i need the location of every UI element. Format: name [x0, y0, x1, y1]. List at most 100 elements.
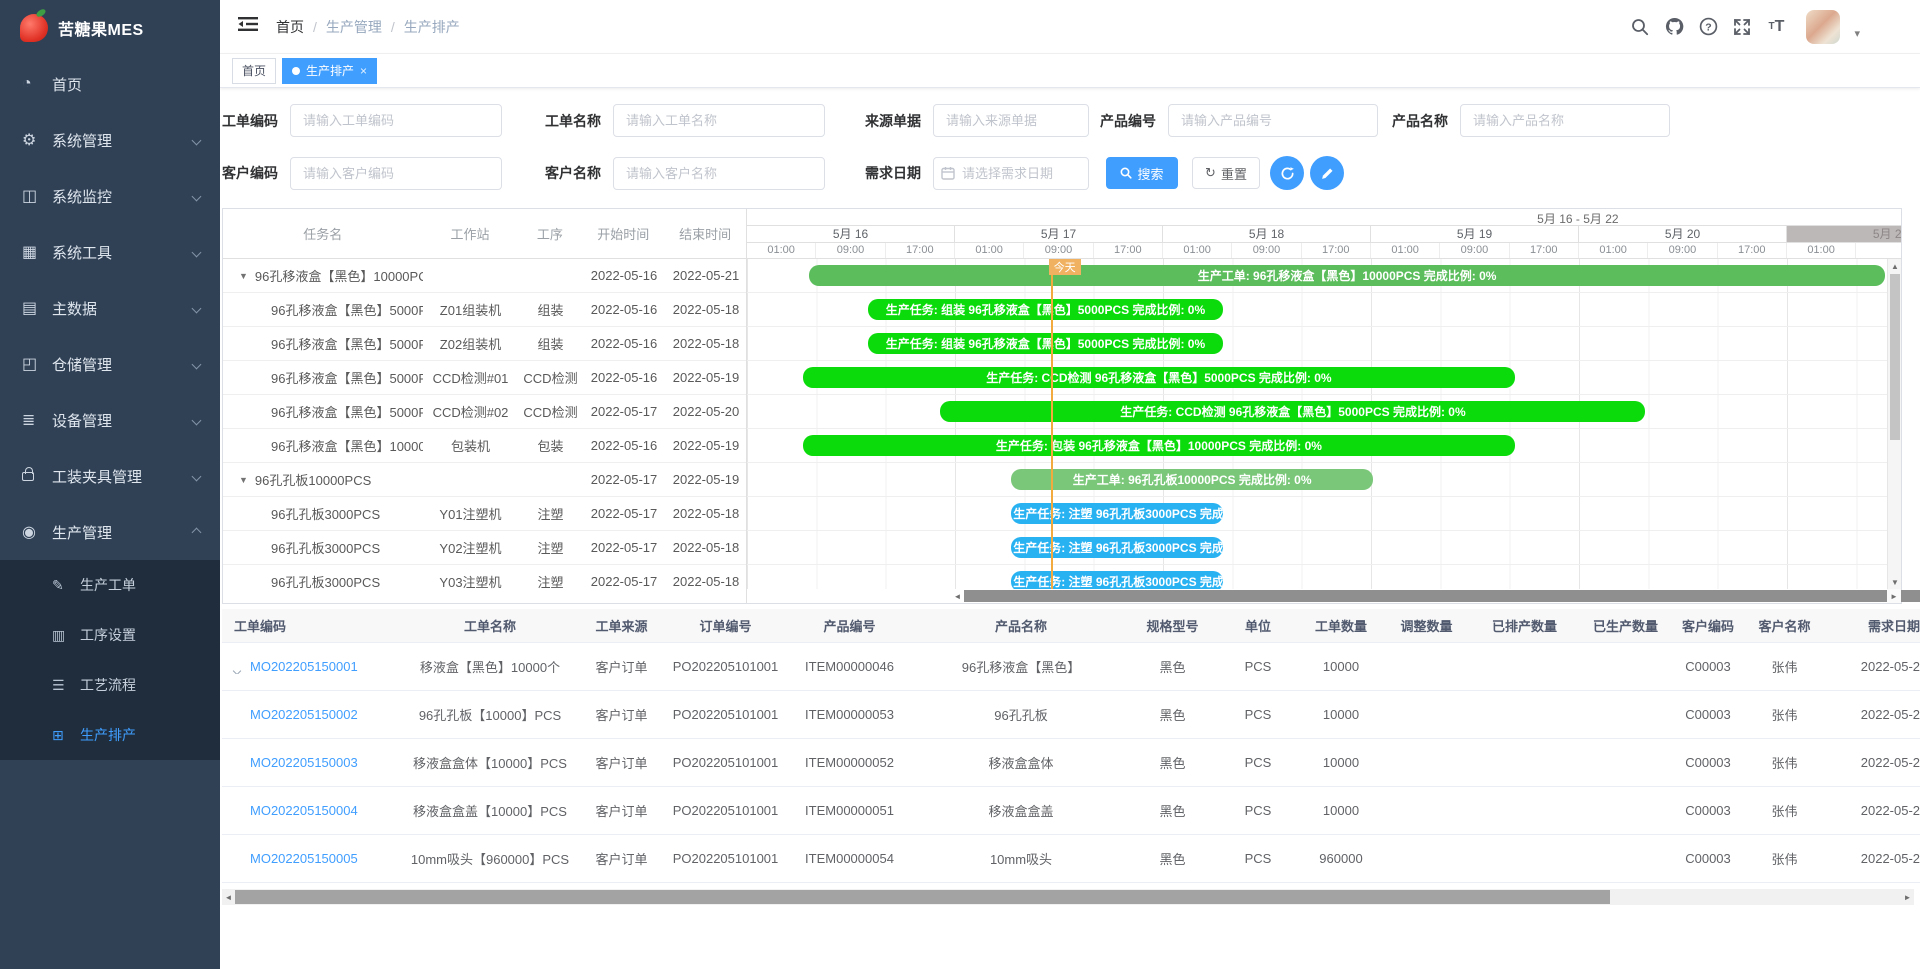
close-icon[interactable]: × [360, 64, 367, 78]
filter-input-需求日期[interactable] [933, 157, 1089, 190]
gantt-bar[interactable]: 生产任务: 注塑 96孔孔板3000PCS 完成比例: 0% [1011, 571, 1223, 589]
scroll-left-icon[interactable]: ◄ [222, 893, 235, 902]
sidebar-item-master-data[interactable]: ▤主数据 [0, 280, 220, 336]
github-icon[interactable] [1664, 17, 1684, 37]
avatar-caret-icon[interactable]: ▾ [1854, 27, 1860, 40]
fullscreen-icon[interactable] [1732, 17, 1752, 37]
sidebar-item-home[interactable]: ◔首页 [0, 56, 220, 112]
tab-生产排产[interactable]: 生产排产× [282, 58, 377, 84]
order-row[interactable]: MO20220515000296孔孔板【10000】PCS客户订单PO20220… [222, 691, 1920, 739]
filter-input-产品编号[interactable] [1168, 104, 1378, 137]
refresh-circle-button[interactable] [1270, 156, 1304, 190]
order-code-link[interactable]: MO202205150005 [250, 851, 358, 866]
tab-首页[interactable]: 首页 [232, 58, 276, 84]
sidebar-item-equipment[interactable]: ≣设备管理 [0, 392, 220, 448]
gantt-task-row[interactable]: ▼96孔移液盒【黑色】10000PCS2022-05-162022-05-21 [223, 259, 746, 293]
order-cell-order_no: PO202205101001 [667, 803, 784, 818]
breadcrumb-item[interactable]: 生产排产 [404, 17, 460, 37]
edit-circle-button[interactable] [1310, 156, 1344, 190]
order-row[interactable]: MO202205150004移液盒盒盖【10000】PCS客户订单PO20220… [222, 787, 1920, 835]
sidebar-item-production[interactable]: ◉生产管理 [0, 504, 220, 560]
order-cell-qty: 10000 [1298, 803, 1384, 818]
expand-triangle-icon[interactable]: ▼ [239, 271, 248, 281]
breadcrumb-item[interactable]: 首页 [276, 17, 304, 37]
scroll-down-icon[interactable]: ▼ [1888, 575, 1902, 589]
order-row[interactable]: MO202205150001移液盒【黑色】10000个客户订单PO2022051… [222, 643, 1920, 691]
search-button[interactable]: 搜索 [1106, 157, 1178, 189]
filter-input-客户名称[interactable] [613, 157, 825, 190]
expand-chevron-icon[interactable] [234, 662, 243, 671]
sidebar-item-warehouse[interactable]: ◰仓储管理 [0, 336, 220, 392]
filter-input-产品名称[interactable] [1460, 104, 1670, 137]
gantt-bar[interactable]: 生产任务: 注塑 96孔孔板3000PCS 完成比例: 0% [1011, 537, 1223, 558]
gantt-bar[interactable]: 生产工单: 96孔移液盒【黑色】10000PCS 完成比例: 0% [809, 265, 1884, 286]
order-cell-item_no: ITEM00000053 [784, 707, 915, 722]
gantt-task-row[interactable]: 96孔移液盒【黑色】5000PCSCCD检测#01CCD检测2022-05-16… [223, 361, 746, 395]
expand-triangle-icon[interactable]: ▼ [239, 475, 248, 485]
gantt-task-row[interactable]: 96孔移液盒【黑色】5000PCSZ01组装机组装2022-05-162022-… [223, 293, 746, 327]
process-cell: 注塑 [518, 504, 583, 523]
gantt-hscroll-thumb[interactable] [964, 590, 1920, 602]
gantt-bar[interactable]: 生产任务: 注塑 96孔孔板3000PCS 完成比例: 0% [1011, 503, 1223, 524]
gantt-task-row[interactable]: ▼96孔孔板10000PCS2022-05-172022-05-19 [223, 463, 746, 497]
scroll-left-icon[interactable]: ◄ [951, 592, 964, 601]
expand-chevron-icon[interactable] [234, 854, 243, 863]
sidebar-item-system-monitor[interactable]: ◫系统监控 [0, 168, 220, 224]
filter-input-来源单据[interactable] [933, 104, 1089, 137]
order-code-link[interactable]: MO202205150004 [250, 803, 358, 818]
gantt-task-row[interactable]: 96孔移液盒【黑色】5000PCSCCD检测#02CCD检测2022-05-17… [223, 395, 746, 429]
sidebar-item-process-setting[interactable]: ▥工序设置 [0, 610, 220, 660]
fontsize-icon[interactable]: TT [1766, 17, 1786, 37]
order-cell-unit: PCS [1218, 851, 1298, 866]
orders-hscroll-track[interactable] [1610, 890, 1901, 904]
expand-chevron-icon[interactable] [234, 758, 243, 767]
sidebar-item-system-admin[interactable]: ⚙系统管理 [0, 112, 220, 168]
gantt-bar[interactable]: 生产任务: 组装 96孔移液盒【黑色】5000PCS 完成比例: 0% [868, 333, 1224, 354]
scroll-right-icon[interactable]: ► [1887, 589, 1901, 603]
order-cell-customer_code: C00003 [1671, 803, 1745, 818]
order-row[interactable]: MO20220515000510mm吸头【960000】PCS客户订单PO202… [222, 835, 1920, 883]
gantt-task-row[interactable]: 96孔孔板3000PCSY03注塑机注塑2022-05-172022-05-18 [223, 565, 746, 589]
filter-input-客户编码[interactable] [290, 157, 502, 190]
gantt-bar[interactable]: 生产任务: CCD检测 96孔移液盒【黑色】5000PCS 完成比例: 0% [803, 367, 1514, 388]
gantt-task-row[interactable]: 96孔移液盒【黑色】5000PCSZ02组装机组装2022-05-162022-… [223, 327, 746, 361]
search-icon[interactable] [1630, 17, 1650, 37]
gantt-bar[interactable]: 生产工单: 96孔孔板10000PCS 完成比例: 0% [1011, 469, 1373, 490]
help-icon[interactable]: ? [1698, 17, 1718, 37]
orders-horizontal-scrollbar[interactable]: ◄ ► [222, 889, 1914, 905]
sidebar-item-fixtures[interactable]: 工装夹具管理 [0, 448, 220, 504]
breadcrumb-item[interactable]: 生产管理 [326, 17, 382, 37]
scroll-up-icon[interactable]: ▲ [1888, 259, 1902, 273]
gantt-vscroll-thumb[interactable] [1890, 274, 1900, 440]
order-code-link[interactable]: MO202205150003 [250, 755, 358, 770]
gantt-bar[interactable]: 生产任务: CCD检测 96孔移液盒【黑色】5000PCS 完成比例: 0% [940, 401, 1645, 422]
pencil-icon [1321, 167, 1334, 180]
gantt-horizontal-scrollbar[interactable]: ◄ [747, 589, 1887, 603]
sidebar-item-system-tools[interactable]: ▦系统工具 [0, 224, 220, 280]
gantt-bar[interactable]: 生产任务: 包装 96孔移液盒【黑色】10000PCS 完成比例: 0% [803, 435, 1514, 456]
flow-icon: ☰ [52, 677, 80, 694]
filter-input-工单名称[interactable] [613, 104, 825, 137]
gantt-bar[interactable]: 生产任务: 组装 96孔移液盒【黑色】5000PCS 完成比例: 0% [868, 299, 1224, 320]
reset-button[interactable]: ↻重置 [1192, 157, 1260, 189]
filter-input-工单编码[interactable] [290, 104, 502, 137]
gantt-vertical-scrollbar[interactable]: ▲ ▼ [1887, 259, 1901, 589]
order-code-link[interactable]: MO202205150001 [250, 659, 358, 674]
order-code-link[interactable]: MO202205150002 [250, 707, 358, 722]
gantt-task-row[interactable]: 96孔孔板3000PCSY02注塑机注塑2022-05-172022-05-18 [223, 531, 746, 565]
user-avatar[interactable] [1806, 10, 1840, 44]
order-row[interactable]: MO202205150003移液盒盒体【10000】PCS客户订单PO20220… [222, 739, 1920, 787]
sidebar-item-work-order[interactable]: ✎生产工单 [0, 560, 220, 610]
orders-hscroll-thumb[interactable] [235, 890, 1610, 904]
gantt-task-row[interactable]: 96孔移液盒【黑色】10000PCS包装机包装2022-05-162022-05… [223, 429, 746, 463]
expand-chevron-icon[interactable] [234, 806, 243, 815]
sidebar-fold-icon[interactable] [238, 16, 258, 37]
sidebar-item-label: 设备管理 [52, 410, 112, 431]
gantt-task-row[interactable]: 96孔孔板3000PCSY01注塑机注塑2022-05-172022-05-18 [223, 497, 746, 531]
scroll-right-icon[interactable]: ► [1901, 893, 1914, 902]
filter-label: 产品名称 [1392, 111, 1452, 131]
filter-label: 客户编码 [222, 163, 282, 183]
sidebar-item-process-flow[interactable]: ☰工艺流程 [0, 660, 220, 710]
expand-chevron-icon[interactable] [234, 710, 243, 719]
sidebar-item-scheduling[interactable]: ⊞生产排产 [0, 710, 220, 760]
